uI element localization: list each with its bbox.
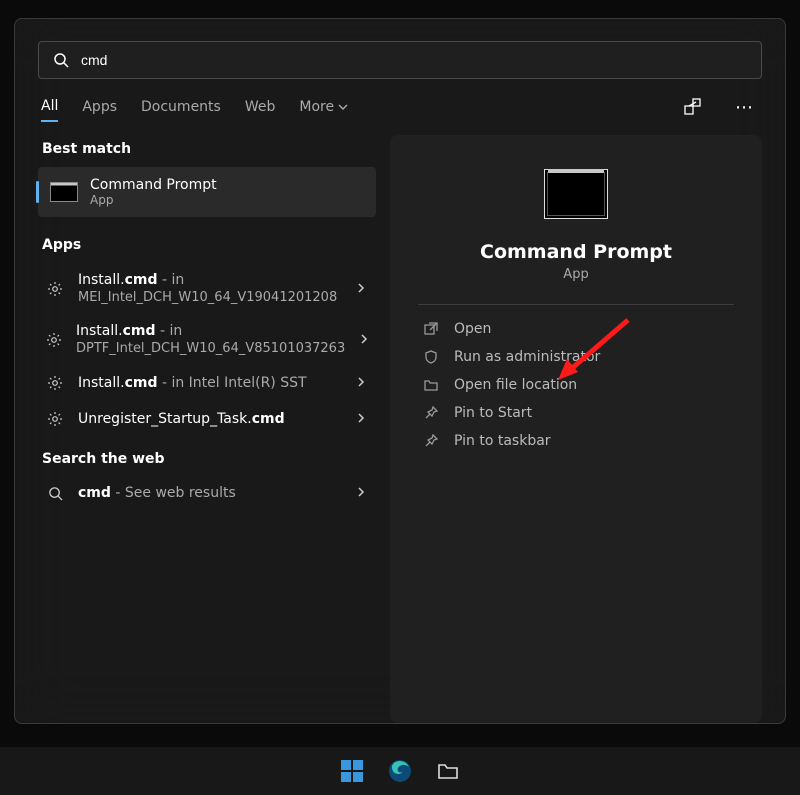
preview-subtitle: App <box>418 267 734 282</box>
chevron-right-icon <box>356 375 366 391</box>
search-input[interactable] <box>81 52 747 68</box>
action-label: Pin to taskbar <box>454 433 551 449</box>
action-label: Open <box>454 321 491 337</box>
search-icon <box>53 52 69 68</box>
more-options-icon[interactable]: ⋯ <box>731 93 759 121</box>
gear-icon <box>46 280 64 298</box>
gear-icon <box>46 410 64 428</box>
tab-documents[interactable]: Documents <box>141 93 221 121</box>
search-options-icon[interactable] <box>679 93 707 121</box>
taskbar-file-explorer[interactable] <box>429 752 467 790</box>
chevron-down-icon <box>338 102 348 112</box>
app-result-item[interactable]: Install.cmd - in Intel Intel(R) SST <box>38 365 376 401</box>
pin-icon <box>422 434 440 448</box>
tab-apps[interactable]: Apps <box>82 93 117 121</box>
gear-icon <box>46 331 62 349</box>
folder-icon <box>422 378 440 392</box>
chevron-right-icon <box>356 281 366 297</box>
tab-all[interactable]: All <box>41 92 58 122</box>
best-match-title: Command Prompt <box>90 177 217 193</box>
file-explorer-icon <box>437 760 459 782</box>
results-column: Best match Command Prompt App Apps Insta… <box>38 135 376 723</box>
action-pin-to-taskbar[interactable]: Pin to taskbar <box>418 427 734 455</box>
tabs-row: All Apps Documents Web More ⋯ <box>38 79 762 135</box>
app-result-item[interactable]: Install.cmd - inDPTF_Intel_DCH_W10_64_V8… <box>38 314 376 365</box>
action-run-as-admin[interactable]: Run as administrator <box>418 343 734 371</box>
best-match-header: Best match <box>38 135 376 167</box>
ellipsis-icon: ⋯ <box>735 97 755 118</box>
search-web-header: Search the web <box>38 437 376 475</box>
search-icon <box>46 484 64 502</box>
taskbar-edge[interactable] <box>381 752 419 790</box>
preview-title: Command Prompt <box>418 241 734 263</box>
action-label: Run as administrator <box>454 349 600 365</box>
action-label: Pin to Start <box>454 405 532 421</box>
tab-more-label: More <box>299 99 334 115</box>
best-match-subtitle: App <box>90 193 217 207</box>
pin-icon <box>422 406 440 420</box>
divider <box>418 304 734 305</box>
command-prompt-large-icon <box>544 169 608 219</box>
start-search-panel: All Apps Documents Web More ⋯ Best match… <box>14 18 786 724</box>
chevron-right-icon <box>356 411 366 427</box>
app-result-item[interactable]: Install.cmd - inMEI_Intel_DCH_W10_64_V19… <box>38 263 376 314</box>
apps-header: Apps <box>38 231 376 263</box>
tab-more[interactable]: More <box>299 93 348 121</box>
command-prompt-icon <box>50 182 78 202</box>
gear-icon <box>46 374 64 392</box>
tab-web[interactable]: Web <box>245 93 276 121</box>
chevron-right-icon <box>359 332 369 348</box>
web-result-item[interactable]: cmd - See web results <box>38 475 376 511</box>
action-open-file-location[interactable]: Open file location <box>418 371 734 399</box>
shield-icon <box>422 350 440 364</box>
action-pin-to-start[interactable]: Pin to Start <box>418 399 734 427</box>
open-icon <box>422 322 440 336</box>
preview-pane: Command Prompt App Open Run as administr… <box>390 135 762 723</box>
windows-logo-icon <box>341 760 363 782</box>
best-match-item[interactable]: Command Prompt App <box>38 167 376 217</box>
start-button[interactable] <box>333 752 371 790</box>
action-label: Open file location <box>454 377 577 393</box>
search-box[interactable] <box>38 41 762 79</box>
chevron-right-icon <box>356 485 366 501</box>
app-result-item[interactable]: Unregister_Startup_Task.cmd <box>38 401 376 437</box>
taskbar <box>0 747 800 795</box>
edge-icon <box>388 759 412 783</box>
action-open[interactable]: Open <box>418 315 734 343</box>
